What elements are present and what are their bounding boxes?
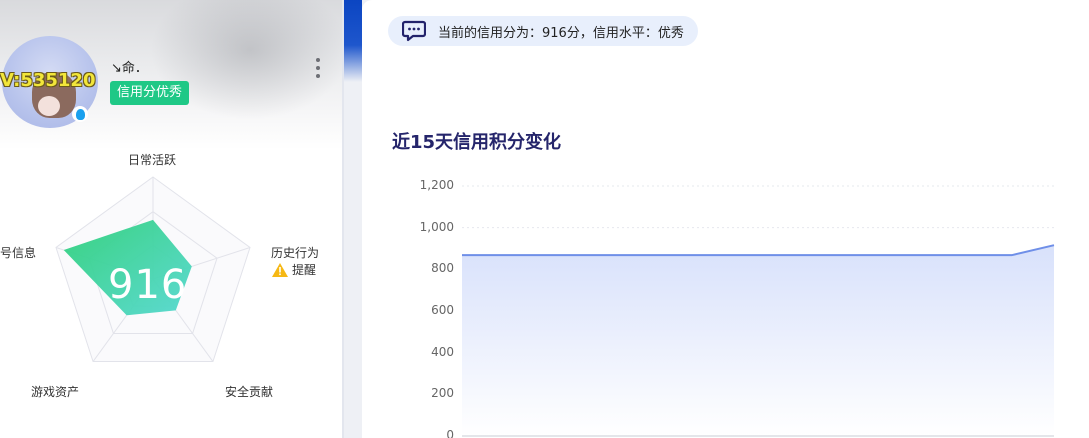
y-tick-label: 800 [431,261,454,276]
y-tick-label: 400 [431,344,454,359]
credit-page: V:535120 ↘命． 信用分优秀 916 日常活跃 历史行为 提醒 安全贡献… [0,0,1089,438]
credit-trend-chart [462,185,1055,437]
radar-label-account-info: 号信息 [0,246,37,260]
y-tick-label: 600 [431,303,454,317]
radar-label-security-contribution: 安全贡献 [225,385,274,399]
y-tick-label: 0 [446,428,454,438]
warning-label: 提醒 [292,263,317,277]
warning-icon [272,262,288,277]
credit-score: 916 [108,262,188,308]
profile-panel: V:535120 ↘命． 信用分优秀 916 日常活跃 历史行为 提醒 安全贡献… [0,0,344,438]
y-tick-label: 1,000 [419,219,454,234]
radar-label-history-behavior: 历史行为 [271,246,320,260]
y-tick-label: 1,200 [419,178,454,192]
trend-line [462,244,1055,257]
history-warning[interactable]: 提醒 [272,261,316,278]
radar-label-daily-activity: 日常活跃 [128,153,177,167]
trend-area [462,245,1054,436]
chart-panel: 当前的信用分为：916分，信用水平：优秀 近15天信用积分变化 0 200 400 6… [362,0,1089,438]
y-tick-label: 200 [431,386,454,401]
radar-chart [55,176,251,363]
header-accent [344,0,362,82]
radar-label-game-assets: 游戏资产 [31,385,80,399]
